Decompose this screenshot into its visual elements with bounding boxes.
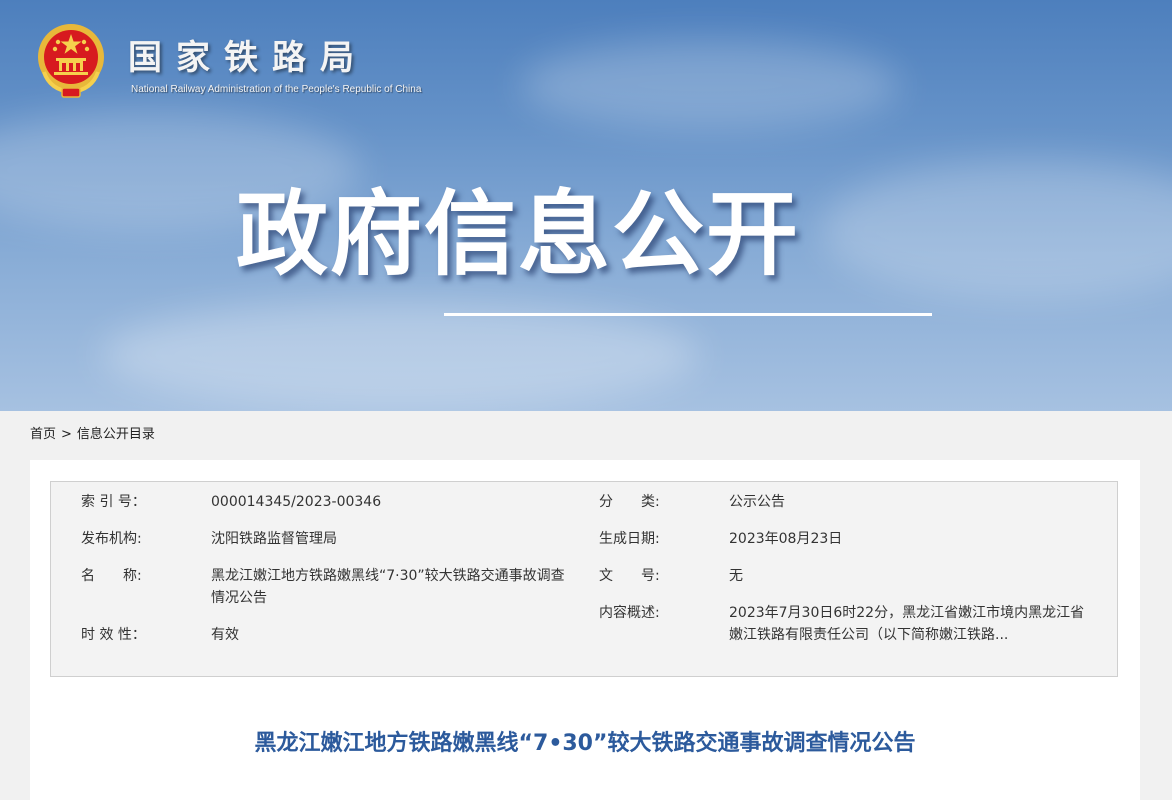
national-emblem-icon[interactable]	[36, 22, 106, 98]
banner-cloud	[820, 160, 1172, 300]
publisher-value: 沈阳铁路监督管理局	[211, 531, 337, 547]
breadcrumb: 首页 > 信息公开目录	[30, 425, 155, 445]
category-label: 分 类:	[599, 494, 660, 510]
validity-value: 有效	[211, 627, 239, 643]
banner-cloud	[100, 300, 700, 410]
summary-value: 2023年7月30日6时22分，黑龙江省嫩江市境内黑龙江省嫩江铁路有限责任公司（…	[729, 605, 1085, 643]
docno-label: 文 号:	[599, 568, 660, 584]
breadcrumb-home-link[interactable]: 首页	[30, 427, 56, 442]
summary-label: 内容概述:	[599, 605, 660, 621]
header-banner: 国家铁路局 National Railway Administration of…	[0, 0, 1172, 411]
banner-cloud	[520, 40, 900, 130]
name-label: 名 称:	[81, 568, 142, 584]
document-meta-table: 索 引 号： 000014345/2023-00346 分 类: 公示公告 发布…	[50, 481, 1118, 677]
publisher-label: 发布机构:	[81, 531, 142, 547]
banner-title: 政府信息公开	[236, 181, 801, 288]
index-label: 索 引 号：	[81, 494, 146, 510]
breadcrumb-current-link[interactable]: 信息公开目录	[77, 427, 155, 442]
breadcrumb-separator: >	[61, 427, 72, 442]
site-logo-text[interactable]: 国家铁路局	[128, 38, 368, 78]
banner-underline	[444, 313, 932, 316]
category-value: 公示公告	[729, 494, 785, 510]
docno-value: 无	[729, 568, 743, 584]
date-label: 生成日期:	[599, 531, 660, 547]
site-logo-english[interactable]: National Railway Administration of the P…	[131, 84, 421, 95]
validity-label: 时 效 性：	[81, 627, 146, 643]
date-value: 2023年08月23日	[729, 531, 843, 547]
index-value: 000014345/2023-00346	[211, 494, 382, 510]
name-value: 黑龙江嫩江地方铁路嫩黑线“7·30”较大铁路交通事故调查情况公告	[211, 568, 565, 606]
article-title: 黑龙江嫩江地方铁路嫩黑线“7•30”较大铁路交通事故调查情况公告	[254, 731, 916, 756]
